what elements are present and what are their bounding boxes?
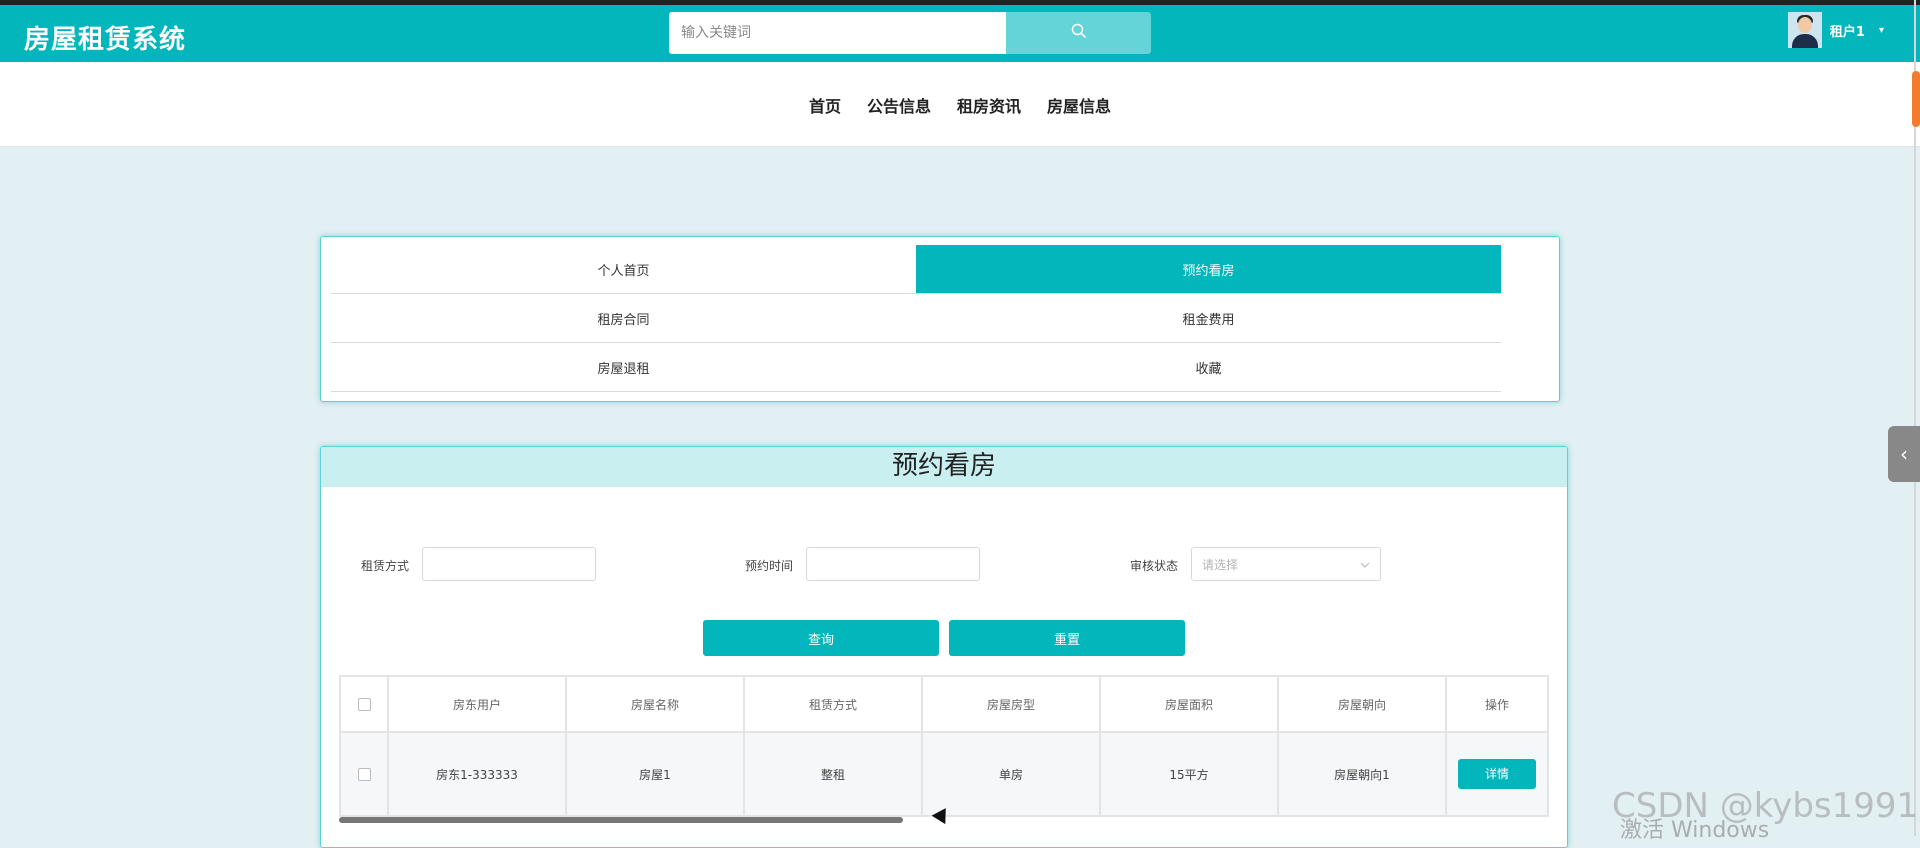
user-name[interactable]: 租户1 bbox=[1830, 21, 1865, 40]
side-panel-toggle[interactable]: ‹ bbox=[1888, 426, 1920, 482]
column-header-lease-type[interactable]: 租赁方式 bbox=[743, 675, 923, 733]
site-header: 房屋租赁系统 租户1 ▾ bbox=[0, 5, 1920, 62]
caret-down-icon[interactable]: ▾ bbox=[1879, 25, 1884, 36]
menu-item-move-out[interactable]: 房屋退租 bbox=[331, 343, 916, 392]
appointment-panel: 预约看房 租赁方式 预约时间 审核状态 请选择 查询 重置 房东用户 房屋名称 bbox=[320, 446, 1568, 848]
chevron-down-icon bbox=[1360, 557, 1370, 571]
cell-actions: 详情 bbox=[1445, 731, 1549, 817]
menu-item-rental-contract[interactable]: 租房合同 bbox=[331, 294, 916, 343]
nav-item-home[interactable]: 首页 bbox=[809, 93, 841, 117]
cell-house-layout: 单房 bbox=[921, 731, 1101, 817]
cell-orientation: 房屋朝向1 bbox=[1277, 731, 1447, 817]
avatar[interactable] bbox=[1787, 12, 1822, 48]
main-nav: 首页 公告信息 租房资讯 房屋信息 bbox=[0, 62, 1920, 147]
nav-items: 首页 公告信息 租房资讯 房屋信息 bbox=[0, 93, 1920, 117]
row-select-cell bbox=[339, 731, 389, 817]
nav-item-announcements[interactable]: 公告信息 bbox=[867, 93, 931, 117]
table-header-row: 房东用户 房屋名称 租赁方式 房屋房型 房屋面积 房屋朝向 操作 bbox=[339, 675, 1549, 733]
menu-item-personal-home[interactable]: 个人首页 bbox=[331, 245, 916, 294]
column-header-landlord[interactable]: 房东用户 bbox=[387, 675, 567, 733]
menu-item-favorites[interactable]: 收藏 bbox=[916, 343, 1501, 392]
cell-landlord: 房东1-333333 bbox=[387, 731, 567, 817]
page-title: 预约看房 bbox=[321, 447, 1567, 487]
appointment-table: 房东用户 房屋名称 租赁方式 房屋房型 房屋面积 房屋朝向 操作 房东1-333… bbox=[339, 675, 1549, 817]
column-header-actions: 操作 bbox=[1445, 675, 1549, 733]
search-box bbox=[669, 12, 1151, 54]
column-header-house-layout[interactable]: 房屋房型 bbox=[921, 675, 1101, 733]
column-header-orientation[interactable]: 房屋朝向 bbox=[1277, 675, 1447, 733]
review-status-placeholder: 请选择 bbox=[1202, 557, 1239, 572]
appointment-time-input[interactable] bbox=[806, 547, 980, 581]
activate-windows-notice: 激活 Windows bbox=[1620, 818, 1770, 843]
filter-row: 租赁方式 预约时间 审核状态 请选择 bbox=[321, 547, 1567, 583]
search-icon bbox=[1071, 23, 1087, 43]
menu-item-rent-fees[interactable]: 租金费用 bbox=[916, 294, 1501, 343]
personal-menu: 个人首页 预约看房 租房合同 租金费用 房屋退租 收藏 bbox=[331, 245, 1501, 392]
appointment-time-label: 预约时间 bbox=[745, 559, 794, 573]
review-status-select[interactable]: 请选择 bbox=[1191, 547, 1381, 581]
table-row: 房东1-333333 房屋1 整租 单房 15平方 房屋朝向1 详情 bbox=[339, 731, 1549, 817]
page-scrollbar-thumb[interactable] bbox=[1912, 71, 1920, 127]
table-horizontal-scrollbar[interactable] bbox=[339, 817, 903, 823]
user-menu[interactable]: 租户1 ▾ bbox=[1787, 12, 1884, 48]
site-logo[interactable]: 房屋租赁系统 bbox=[24, 19, 186, 56]
lease-type-input[interactable] bbox=[422, 547, 596, 581]
select-all-checkbox[interactable] bbox=[357, 698, 371, 711]
reset-button[interactable]: 重置 bbox=[949, 620, 1185, 656]
review-status-label: 审核状态 bbox=[1130, 559, 1179, 573]
search-button[interactable] bbox=[1006, 12, 1151, 54]
column-header-house-name[interactable]: 房屋名称 bbox=[565, 675, 745, 733]
personal-menu-card: 个人首页 预约看房 租房合同 租金费用 房屋退租 收藏 bbox=[320, 236, 1560, 402]
nav-item-rental-news[interactable]: 租房资讯 bbox=[957, 93, 1021, 117]
menu-item-viewing-appointment[interactable]: 预约看房 bbox=[916, 245, 1501, 294]
cell-lease-type: 整租 bbox=[743, 731, 923, 817]
cell-house-name: 房屋1 bbox=[565, 731, 745, 817]
query-button[interactable]: 查询 bbox=[703, 620, 939, 656]
cell-area: 15平方 bbox=[1099, 731, 1279, 817]
select-all-cell bbox=[339, 675, 389, 733]
column-header-area[interactable]: 房屋面积 bbox=[1099, 675, 1279, 733]
nav-item-houses[interactable]: 房屋信息 bbox=[1047, 93, 1111, 117]
row-checkbox[interactable] bbox=[357, 768, 371, 781]
search-input[interactable] bbox=[669, 12, 1006, 54]
lease-type-label: 租赁方式 bbox=[361, 559, 410, 573]
detail-button[interactable]: 详情 bbox=[1458, 759, 1536, 789]
chevron-left-icon: ‹ bbox=[1900, 442, 1908, 466]
